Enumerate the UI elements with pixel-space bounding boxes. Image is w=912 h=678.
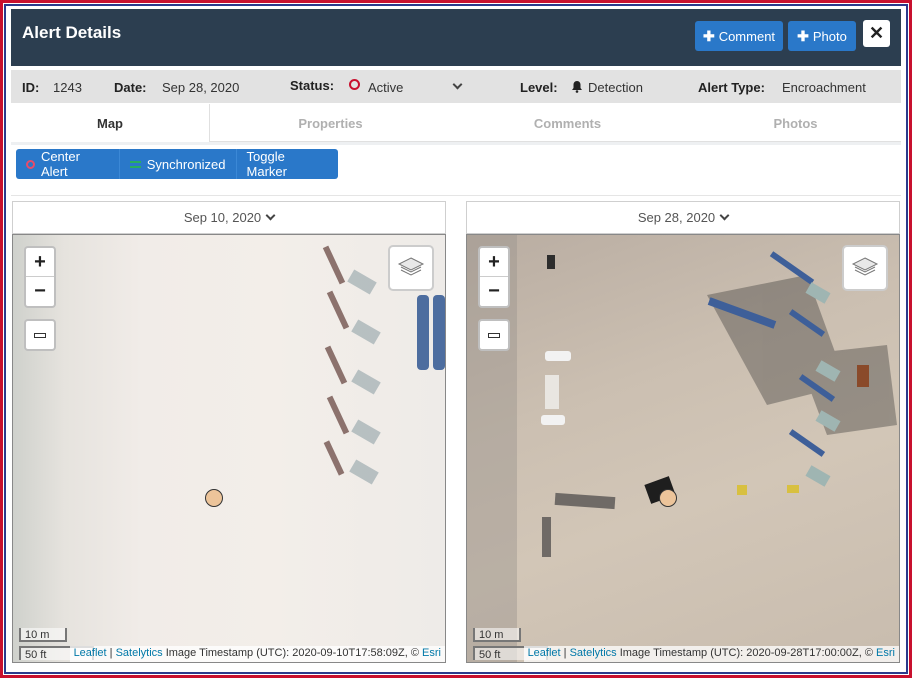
- comment-button-label: Comment: [718, 28, 776, 44]
- layers-icon: [851, 257, 879, 276]
- add-comment-button[interactable]: ✚ Comment: [695, 21, 783, 51]
- chevron-down-icon: [719, 210, 730, 221]
- attr-separator: |: [560, 647, 570, 659]
- zoom-control: + −: [478, 246, 510, 308]
- map-panel-right: Sep 28, 2020 + − 10 m 50 ft Leaflet | Sa…: [466, 201, 900, 663]
- zoom-in-button[interactable]: +: [26, 248, 54, 277]
- zoom-control: + −: [24, 246, 56, 308]
- plus-icon: ✚: [702, 27, 715, 44]
- tab-underline: [11, 142, 901, 145]
- satelytics-link[interactable]: Satelytics: [570, 647, 617, 659]
- tab-comments[interactable]: Comments: [471, 104, 664, 142]
- close-icon: ✕: [868, 23, 885, 43]
- scale-meters: 10 m: [473, 628, 521, 642]
- date-label: Date:: [114, 80, 147, 95]
- attr-timestamp: Image Timestamp (UTC): 2020-09-10T17:58:…: [162, 647, 423, 659]
- layers-button[interactable]: [842, 245, 888, 291]
- alert-marker[interactable]: [205, 489, 223, 507]
- modal-title: Alert Details: [22, 23, 122, 42]
- center-alert-label: Center Alert: [40, 149, 80, 179]
- ruler-icon: [34, 332, 46, 338]
- plus-icon: ✚: [797, 27, 809, 44]
- zoom-out-button[interactable]: −: [26, 277, 54, 306]
- right-date-select[interactable]: Sep 28, 2020: [466, 201, 900, 234]
- esri-link[interactable]: Esri: [422, 647, 441, 659]
- center-alert-button[interactable]: Center Alert: [16, 149, 119, 179]
- map-attribution: Leaflet | Satelytics Image Timestamp (UT…: [69, 646, 445, 662]
- left-map-view[interactable]: + − 10 m 50 ft Leaflet | Satelytics Imag…: [12, 234, 446, 663]
- modal-header: Alert Details ✚ Comment ✚ Photo ✕: [11, 9, 901, 66]
- id-label: ID:: [22, 80, 40, 95]
- leaflet-link[interactable]: Leaflet: [74, 647, 107, 659]
- left-date-value: Sep 10, 2020: [183, 210, 262, 225]
- toggle-marker-label: Toggle Marker: [246, 149, 287, 179]
- add-photo-button[interactable]: ✚ Photo: [788, 21, 856, 51]
- left-date-select[interactable]: Sep 10, 2020: [12, 201, 446, 234]
- attr-timestamp: Image Timestamp (UTC): 2020-09-28T17:00:…: [616, 647, 877, 659]
- chevron-down-icon: [265, 210, 276, 221]
- alert-type-value: Encroachment: [782, 80, 866, 95]
- ruler-icon: [488, 332, 500, 338]
- alert-marker[interactable]: [659, 489, 677, 507]
- level-value: Detection: [588, 80, 643, 95]
- status-select[interactable]: Active: [368, 80, 403, 95]
- map-attribution: Leaflet | Satelytics Image Timestamp (UT…: [523, 646, 899, 662]
- esri-link[interactable]: Esri: [876, 647, 895, 659]
- status-label: Status:: [290, 78, 335, 93]
- level-label: Level:: [520, 80, 558, 95]
- ruler-button[interactable]: [24, 319, 56, 351]
- zoom-in-button[interactable]: +: [480, 248, 508, 277]
- photo-button-label: Photo: [812, 28, 847, 44]
- tab-map[interactable]: Map: [11, 104, 210, 142]
- right-map-view[interactable]: + − 10 m 50 ft Leaflet | Satelytics Imag…: [466, 234, 900, 663]
- ruler-button[interactable]: [478, 319, 510, 351]
- crosshair-icon: [26, 159, 35, 169]
- satellite-imagery: [467, 235, 897, 662]
- date-value: Sep 28, 2020: [162, 80, 240, 95]
- tab-bar: Map Properties Comments Photos: [11, 104, 901, 145]
- map-toolbar: Center Alert Synchronized Toggle Marker: [16, 149, 338, 179]
- bell-icon: [571, 80, 583, 96]
- synchronized-label: Synchronized: [146, 156, 226, 172]
- id-value: 1243: [53, 80, 82, 95]
- sync-icon: [129, 160, 141, 168]
- attr-separator: |: [106, 647, 116, 659]
- tab-photos[interactable]: Photos: [699, 104, 892, 142]
- section-divider: [11, 195, 901, 196]
- map-panel-left: Sep 10, 2020 + − 10 m 50 ft Leaflet | Sa…: [12, 201, 446, 663]
- right-date-value: Sep 28, 2020: [637, 210, 716, 225]
- tab-properties[interactable]: Properties: [234, 104, 427, 142]
- toggle-marker-button[interactable]: Toggle Marker: [235, 149, 338, 179]
- alert-info-bar: ID: 1243 Date: Sep 28, 2020 Status: Acti…: [11, 70, 901, 103]
- satelytics-link[interactable]: Satelytics: [116, 647, 163, 659]
- alert-type-label: Alert Type:: [698, 80, 765, 95]
- zoom-out-button[interactable]: −: [480, 277, 508, 306]
- leaflet-link[interactable]: Leaflet: [528, 647, 561, 659]
- layers-icon: [397, 257, 425, 276]
- close-button[interactable]: ✕: [863, 20, 890, 47]
- scale-meters: 10 m: [19, 628, 67, 642]
- chevron-down-icon[interactable]: [452, 79, 463, 90]
- synchronized-button[interactable]: Synchronized: [118, 149, 236, 179]
- circle-icon: [349, 79, 360, 90]
- layers-button[interactable]: [388, 245, 434, 291]
